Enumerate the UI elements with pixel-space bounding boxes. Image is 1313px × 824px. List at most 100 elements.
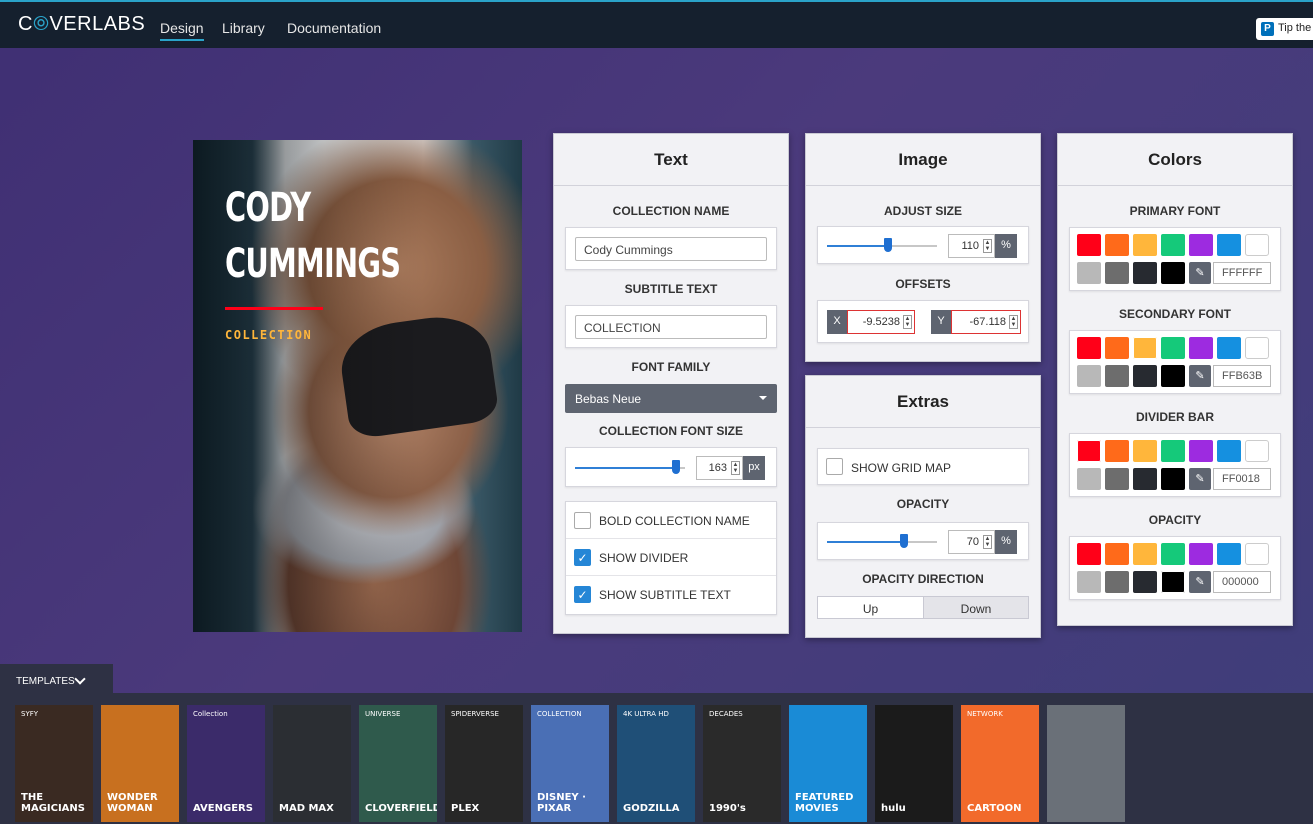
color-swatch[interactable] xyxy=(1217,337,1241,359)
color-swatch[interactable] xyxy=(1133,337,1157,359)
color-swatch[interactable] xyxy=(1105,234,1129,256)
template-thumbnail[interactable]: hulu xyxy=(875,705,953,822)
collection-name-input[interactable]: Cody Cummings xyxy=(575,237,767,261)
opacity-slider-thumb[interactable] xyxy=(900,534,908,548)
color-swatch[interactable] xyxy=(1161,440,1185,462)
color-swatch[interactable] xyxy=(1161,234,1185,256)
color-swatch[interactable] xyxy=(1105,468,1129,490)
show-subtitle-checkbox[interactable]: ✓ xyxy=(574,586,591,603)
color-swatch[interactable] xyxy=(1161,365,1185,387)
hex-input[interactable]: 000000 xyxy=(1213,571,1271,593)
grid-map-card[interactable]: SHOW GRID MAP xyxy=(817,448,1029,485)
color-swatch[interactable] xyxy=(1189,234,1213,256)
template-thumbnail[interactable]: 4K ULTRA HD GODZILLA xyxy=(617,705,695,822)
color-swatch[interactable] xyxy=(1217,440,1241,462)
color-swatch[interactable] xyxy=(1077,234,1101,256)
font-size-input[interactable]: 163 ▲ ▼ xyxy=(696,456,743,480)
template-thumbnail[interactable]: SPIDERVERSE PLEX xyxy=(445,705,523,822)
opacity-input[interactable]: 70 ▲ ▼ xyxy=(948,530,995,554)
color-swatch[interactable] xyxy=(1133,468,1157,490)
color-swatch[interactable] xyxy=(1133,262,1157,284)
template-thumbnail[interactable]: UNIVERSE CLOVERFIELD xyxy=(359,705,437,822)
color-swatch[interactable] xyxy=(1133,365,1157,387)
template-thumbnail[interactable]: Collection AVENGERS xyxy=(187,705,265,822)
show-divider-row[interactable]: ✓ SHOW DIVIDER xyxy=(566,539,776,576)
color-swatch[interactable] xyxy=(1161,262,1185,284)
nav-design[interactable]: Design xyxy=(160,20,204,41)
color-swatch[interactable] xyxy=(1077,337,1101,359)
direction-up-button[interactable]: Up xyxy=(817,596,924,619)
color-swatch[interactable] xyxy=(1105,337,1129,359)
spinner-icon[interactable]: ▲ ▼ xyxy=(731,461,740,475)
color-swatch[interactable] xyxy=(1245,234,1269,256)
spinner-icon[interactable]: ▲ ▼ xyxy=(983,535,992,549)
color-swatch[interactable] xyxy=(1245,337,1269,359)
color-swatch[interactable] xyxy=(1161,571,1185,593)
color-swatch[interactable] xyxy=(1105,543,1129,565)
eyedropper-icon[interactable]: ✎ xyxy=(1189,262,1211,284)
bold-collection-row[interactable]: BOLD COLLECTION NAME xyxy=(566,502,776,539)
size-input[interactable]: 110 ▲ ▼ xyxy=(948,234,995,258)
spinner-icon[interactable]: ▲ ▼ xyxy=(983,239,992,253)
color-swatch[interactable] xyxy=(1161,337,1185,359)
color-swatch[interactable] xyxy=(1077,543,1101,565)
coverlabs-logo[interactable]: C⦾VERLABS xyxy=(18,13,145,36)
hex-input[interactable]: FFB63B xyxy=(1213,365,1271,387)
subtitle-text-input[interactable]: COLLECTION xyxy=(575,315,767,339)
template-thumbnail[interactable]: COLLECTION DISNEY · PIXAR xyxy=(531,705,609,822)
font-size-slider-thumb[interactable] xyxy=(672,460,680,474)
color-swatch[interactable] xyxy=(1077,571,1101,593)
color-swatch[interactable] xyxy=(1133,440,1157,462)
templates-toggle[interactable]: TEMPLATES xyxy=(0,664,113,694)
template-thumbnail[interactable]: FEATURED MOVIES xyxy=(789,705,867,822)
color-swatch[interactable] xyxy=(1105,262,1129,284)
color-swatch[interactable] xyxy=(1105,571,1129,593)
show-subtitle-row[interactable]: ✓ SHOW SUBTITLE TEXT xyxy=(566,576,776,613)
spinner-icon[interactable]: ▲ ▼ xyxy=(903,315,912,329)
color-swatch[interactable] xyxy=(1189,440,1213,462)
size-slider-thumb[interactable] xyxy=(884,238,892,252)
template-thumbnail[interactable]: DECADES 1990's xyxy=(703,705,781,822)
offset-y-input[interactable]: -67.118 ▲ ▼ xyxy=(951,310,1021,334)
template-thumbnail[interactable]: MAD MAX xyxy=(273,705,351,822)
colors-panel-title: Colors xyxy=(1058,134,1292,186)
template-thumbnail[interactable] xyxy=(1047,705,1125,822)
opacity-direction-label: OPACITY DIRECTION xyxy=(862,572,984,586)
tip-button[interactable]: P Tip the xyxy=(1256,18,1313,40)
eyedropper-icon[interactable]: ✎ xyxy=(1189,468,1211,490)
offset-x-input[interactable]: -9.5238 ▲ ▼ xyxy=(847,310,915,334)
template-thumbnail[interactable]: NETWORK CARTOON xyxy=(961,705,1039,822)
color-swatch[interactable] xyxy=(1105,440,1129,462)
color-swatch[interactable] xyxy=(1077,468,1101,490)
color-swatch[interactable] xyxy=(1217,543,1241,565)
color-swatch[interactable] xyxy=(1245,543,1269,565)
spinner-icon[interactable]: ▲ ▼ xyxy=(1009,315,1018,329)
nav-library[interactable]: Library xyxy=(222,20,265,36)
color-swatch[interactable] xyxy=(1161,543,1185,565)
hex-input[interactable]: FF0018 xyxy=(1213,468,1271,490)
template-thumbnail[interactable]: WONDER WOMAN xyxy=(101,705,179,822)
paypal-icon: P xyxy=(1261,22,1274,36)
color-swatch[interactable] xyxy=(1077,262,1101,284)
color-swatch[interactable] xyxy=(1189,337,1213,359)
color-swatch[interactable] xyxy=(1133,234,1157,256)
color-swatch[interactable] xyxy=(1217,234,1241,256)
eyedropper-icon[interactable]: ✎ xyxy=(1189,571,1211,593)
nav-documentation[interactable]: Documentation xyxy=(287,20,381,36)
color-swatch[interactable] xyxy=(1245,440,1269,462)
eyedropper-icon[interactable]: ✎ xyxy=(1189,365,1211,387)
color-swatch[interactable] xyxy=(1161,468,1185,490)
color-swatch[interactable] xyxy=(1133,543,1157,565)
grid-map-checkbox[interactable] xyxy=(826,458,843,475)
bold-collection-checkbox[interactable] xyxy=(574,512,591,529)
font-family-select[interactable]: Bebas Neue xyxy=(565,384,777,413)
color-swatch[interactable] xyxy=(1105,365,1129,387)
hex-input[interactable]: FFFFFF xyxy=(1213,262,1271,284)
color-swatch[interactable] xyxy=(1133,571,1157,593)
show-divider-checkbox[interactable]: ✓ xyxy=(574,549,591,566)
color-swatch[interactable] xyxy=(1189,543,1213,565)
color-swatch[interactable] xyxy=(1077,365,1101,387)
color-swatch[interactable] xyxy=(1077,440,1101,462)
direction-down-button[interactable]: Down xyxy=(923,596,1029,619)
template-thumbnail[interactable]: SYFY THE MAGICIANS xyxy=(15,705,93,822)
